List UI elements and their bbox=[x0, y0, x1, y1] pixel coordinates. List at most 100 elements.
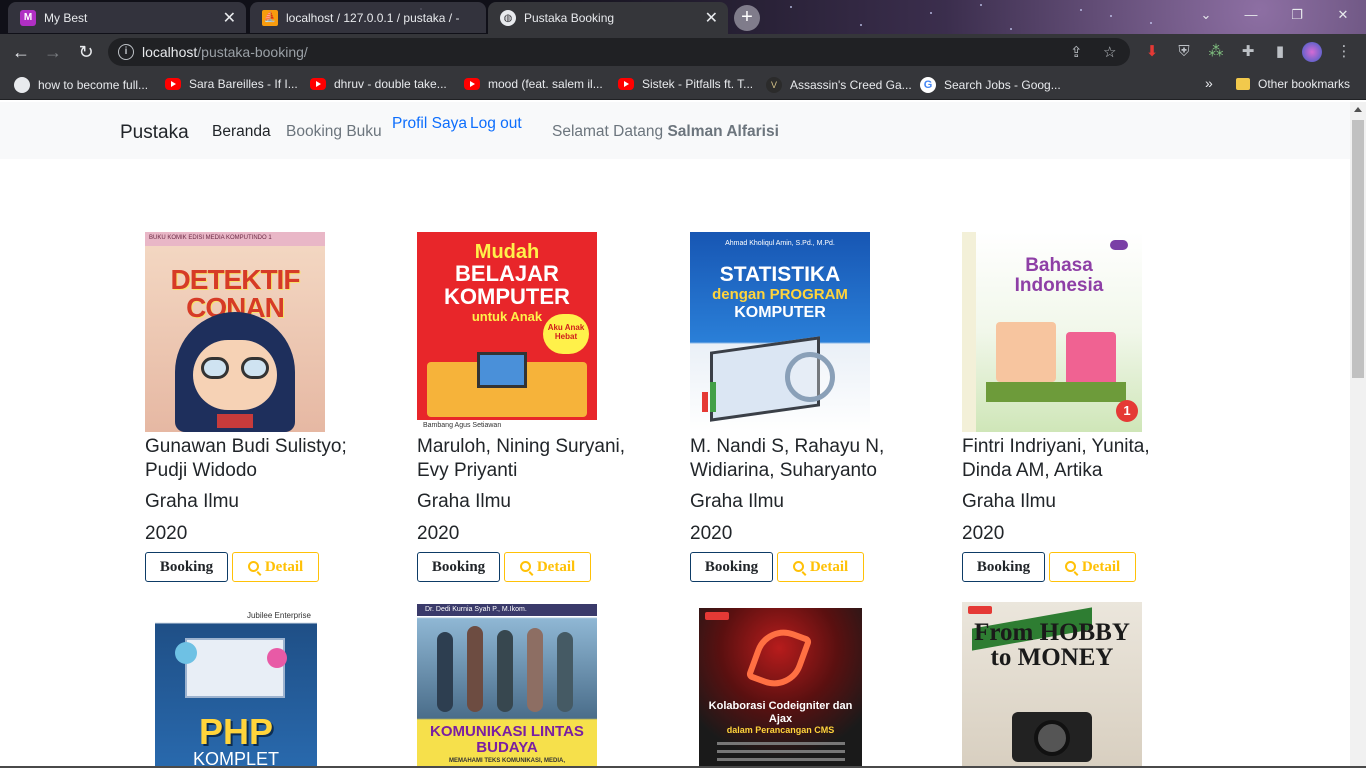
download-icon[interactable]: ⬇ bbox=[1142, 42, 1162, 62]
url-text: localhost/pustaka-booking/ bbox=[142, 44, 308, 60]
extension-grid-icon[interactable]: ⁂ bbox=[1206, 42, 1226, 62]
cover-writer: Bambang Agus Setiawan bbox=[417, 420, 597, 432]
cover-title: PHP bbox=[198, 711, 274, 752]
cover-subtitle: dengan PROGRAM bbox=[712, 286, 848, 303]
search-icon bbox=[519, 561, 531, 572]
scrollbar-thumb[interactable] bbox=[1352, 120, 1364, 378]
scroll-up-arrow-icon[interactable] bbox=[1354, 107, 1362, 112]
book-year: 2020 bbox=[145, 523, 188, 544]
nav-profil-saya[interactable]: Profil Saya bbox=[392, 115, 467, 133]
page-content: Pustaka Beranda Booking Buku Profil Saya… bbox=[0, 102, 1350, 768]
bookmark-star-icon[interactable]: ☆ bbox=[1103, 43, 1116, 61]
user-name: Salman Alfarisi bbox=[667, 123, 779, 140]
book-publisher: Graha Ilmu bbox=[417, 491, 511, 512]
book-publisher: Graha Ilmu bbox=[962, 491, 1056, 512]
tab-phpmyadmin[interactable]: ⛵ localhost / 127.0.0.1 / pustaka / - bbox=[250, 2, 486, 33]
address-bar[interactable]: i localhost/pustaka-booking/ ⇪ ☆ bbox=[108, 38, 1130, 66]
cover-top-text: BUKU KOMIK EDISI MEDIA KOMPUTINDO 1 bbox=[145, 232, 325, 246]
reload-icon[interactable]: ↻ bbox=[73, 40, 99, 64]
tab-title: Pustaka Booking bbox=[524, 11, 615, 25]
cover-title: STATISTIKA bbox=[719, 263, 841, 286]
menu-icon[interactable]: ⋮ bbox=[1334, 42, 1354, 62]
cover-title: Kolaborasi Codeigniter dan Ajax bbox=[708, 700, 853, 725]
page-scrollbar[interactable] bbox=[1350, 102, 1366, 768]
detail-button[interactable]: Detail bbox=[777, 552, 864, 582]
bookmark-item[interactable]: dhruv - double take... bbox=[310, 77, 447, 91]
back-icon[interactable]: ← bbox=[8, 40, 34, 64]
cover-badge: Aku Anak Hebat bbox=[543, 314, 589, 354]
book-cover[interactable]: From HOBBY to MONEY bbox=[962, 602, 1142, 768]
youtube-icon bbox=[310, 78, 326, 90]
detail-button[interactable]: Detail bbox=[1049, 552, 1136, 582]
book-cover[interactable]: Kolaborasi Codeigniter dan Ajax dalam Pe… bbox=[699, 608, 862, 768]
tab-title: My Best bbox=[44, 10, 88, 25]
phpmyadmin-icon: ⛵ bbox=[262, 9, 278, 26]
bookmark-item[interactable]: how to become full... bbox=[14, 77, 148, 93]
avatar[interactable] bbox=[1302, 42, 1322, 62]
book-cover[interactable]: BUKU KOMIK EDISI MEDIA KOMPUTINDO 1 DETE… bbox=[145, 232, 325, 432]
book-publisher: Graha Ilmu bbox=[145, 491, 239, 512]
nav-log-out[interactable]: Log out bbox=[470, 115, 522, 133]
close-window-button[interactable]: ✕ bbox=[1320, 0, 1366, 30]
forward-icon[interactable]: → bbox=[40, 40, 66, 64]
bookmarks-bar: how to become full... Sara Bareilles - I… bbox=[0, 70, 1366, 100]
search-icon bbox=[792, 561, 804, 572]
puzzle-icon[interactable]: ✚ bbox=[1238, 42, 1258, 62]
book-cover[interactable]: Jubilee Enterprise PHP KOMPLET bbox=[155, 608, 317, 768]
booking-button[interactable]: Booking bbox=[962, 552, 1045, 582]
nav-beranda[interactable]: Beranda bbox=[212, 123, 271, 141]
browser-tab-bar: M My Best ✕ ⛵ localhost / 127.0.0.1 / pu… bbox=[0, 0, 1366, 34]
bookmark-item[interactable]: Sistek - Pitfalls ft. T... bbox=[618, 77, 753, 91]
cover-top-text: Jubilee Enterprise bbox=[246, 611, 311, 620]
bookmark-item[interactable]: V Assassin's Creed Ga... bbox=[766, 77, 912, 93]
book-year: 2020 bbox=[417, 523, 460, 544]
bookmark-item[interactable]: mood (feat. salem il... bbox=[464, 77, 603, 91]
detail-button[interactable]: Detail bbox=[232, 552, 319, 582]
bookmark-item[interactable]: Sara Bareilles - If I... bbox=[165, 77, 298, 91]
minimize-button[interactable]: — bbox=[1228, 0, 1274, 30]
other-bookmarks[interactable]: Other bookmarks bbox=[1236, 77, 1350, 91]
tab-title: localhost / 127.0.0.1 / pustaka / - bbox=[286, 10, 460, 25]
tab-search-icon[interactable]: ⌄ bbox=[1183, 0, 1229, 30]
shield-icon[interactable]: ⛨ bbox=[1174, 42, 1194, 62]
tab-pustaka-booking[interactable]: ◍ Pustaka Booking ✕ bbox=[488, 2, 728, 34]
google-icon: G bbox=[920, 77, 936, 93]
book-year: 2020 bbox=[962, 523, 1005, 544]
nav-booking-buku[interactable]: Booking Buku bbox=[286, 123, 382, 141]
booking-button[interactable]: Booking bbox=[417, 552, 500, 582]
search-icon bbox=[1064, 561, 1076, 572]
restore-button[interactable]: ❐ bbox=[1274, 0, 1320, 30]
book-cover[interactable]: Bahasa Indonesia 1 bbox=[962, 232, 1142, 432]
book-author: Maruloh, Nining Suryani, Evy Priyanti bbox=[417, 436, 626, 481]
cover-subtitle: dalam Perancangan CMS bbox=[726, 725, 835, 735]
book-cover[interactable]: Ahmad Kholiqul Amin, S.Pd., M.Pd. STATIS… bbox=[690, 232, 870, 432]
detail-button[interactable]: Detail bbox=[504, 552, 591, 582]
cover-top-text: Mudah bbox=[474, 241, 540, 263]
youtube-icon bbox=[165, 78, 181, 90]
close-icon[interactable]: ✕ bbox=[705, 8, 718, 28]
bookmarks-overflow-chevron[interactable]: » bbox=[1205, 75, 1213, 91]
book-publisher: Graha Ilmu bbox=[690, 491, 784, 512]
tab-my-best[interactable]: M My Best ✕ bbox=[8, 2, 246, 33]
book-author: Fintri Indriyani, Yunita, Dinda AM, Arti… bbox=[962, 436, 1150, 481]
cover-title: KOMUNIKASI LINTAS BUDAYA bbox=[430, 723, 584, 756]
bookmark-item[interactable]: G Search Jobs - Goog... bbox=[920, 77, 1061, 93]
booking-button[interactable]: Booking bbox=[145, 552, 228, 582]
book-cover[interactable]: Dr. Dedi Kurnia Syah P., M.Ikom. KOMUNIK… bbox=[417, 602, 597, 768]
booking-button[interactable]: Booking bbox=[690, 552, 773, 582]
book-cover[interactable]: Mudah BELAJAR KOMPUTER untuk Anak Aku An… bbox=[417, 232, 597, 432]
browser-toolbar: ← → ↻ i localhost/pustaka-booking/ ⇪ ☆ ⬇… bbox=[0, 34, 1366, 70]
close-icon[interactable]: ✕ bbox=[223, 8, 236, 28]
cover-title: From HOBBY to MONEY bbox=[974, 619, 1130, 671]
share-icon[interactable]: ⇪ bbox=[1070, 43, 1083, 61]
cover-top-text: Ahmad Kholiqul Amin, S.Pd., M.Pd. bbox=[725, 240, 835, 247]
sidebar-icon[interactable]: ▮ bbox=[1270, 42, 1290, 62]
cover-title: BELAJAR KOMPUTER bbox=[444, 261, 570, 310]
youtube-icon bbox=[464, 78, 480, 90]
new-tab-button[interactable]: + bbox=[734, 5, 760, 31]
navbar-brand[interactable]: Pustaka bbox=[120, 122, 189, 144]
cover-title: Bahasa Indonesia bbox=[1014, 255, 1104, 296]
globe-icon: ◍ bbox=[500, 10, 516, 26]
site-info-icon[interactable]: i bbox=[118, 44, 134, 60]
youtube-icon bbox=[618, 78, 634, 90]
